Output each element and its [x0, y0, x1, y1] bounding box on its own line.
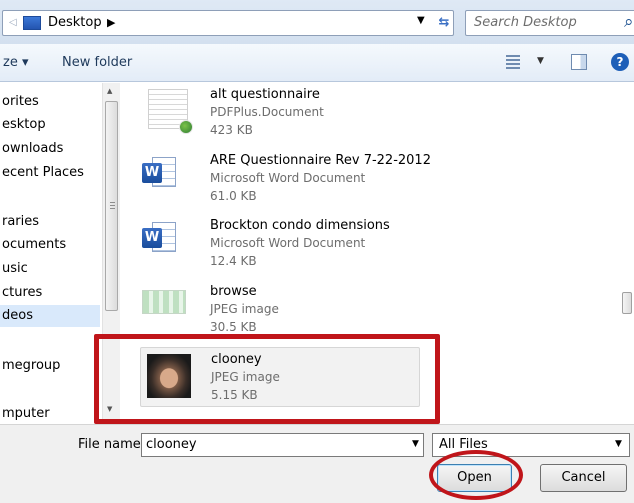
- breadcrumb-arrow-icon[interactable]: ▶: [107, 16, 115, 29]
- address-bar[interactable]: ◁ Desktop ▶ ▼ ⇆: [2, 10, 454, 36]
- file-name: alt questionnaire: [210, 87, 320, 102]
- nav-item-documents[interactable]: ocuments: [0, 234, 100, 256]
- file-type: PDFPlus.Document: [210, 105, 324, 119]
- help-icon[interactable]: ?: [611, 53, 629, 71]
- nav-item-videos[interactable]: deos: [0, 305, 100, 327]
- file-name-label: File name:: [78, 437, 146, 452]
- nav-item-label: ecent Places: [2, 165, 84, 180]
- preview-pane-icon[interactable]: [571, 54, 587, 70]
- scroll-up-arrow-icon[interactable]: ▲: [107, 87, 112, 95]
- file-name: browse: [210, 284, 257, 299]
- toolbar: ze ▾ New folder ▼ ?: [0, 44, 634, 82]
- file-name-input[interactable]: clooney ▼: [141, 433, 424, 457]
- file-item-brockton-condo[interactable]: W Brockton condo dimensions Microsoft Wo…: [140, 214, 440, 276]
- nav-item-music[interactable]: usic: [0, 258, 100, 280]
- nav-item-homegroup[interactable]: megroup: [0, 355, 100, 377]
- change-view-icon[interactable]: [506, 55, 520, 69]
- file-item-are-questionnaire[interactable]: W ARE Questionnaire Rev 7-22-2012 Micros…: [140, 149, 440, 211]
- address-location[interactable]: Desktop: [48, 15, 102, 30]
- pdfplus-badge-icon: [179, 120, 193, 134]
- desktop-icon: [23, 16, 41, 30]
- file-type: Microsoft Word Document: [210, 236, 366, 250]
- nav-item-label: usic: [2, 261, 28, 276]
- navigation-pane: orites esktop ownloads ecent Places rari…: [0, 83, 100, 423]
- cancel-button[interactable]: Cancel: [540, 464, 627, 492]
- file-name: ARE Questionnaire Rev 7-22-2012: [210, 153, 431, 168]
- nav-item-pictures[interactable]: ctures: [0, 282, 100, 304]
- chevron-down-icon[interactable]: ▼: [615, 439, 622, 449]
- nav-item-label: esktop: [2, 117, 46, 132]
- nav-item-desktop[interactable]: esktop: [0, 114, 100, 136]
- chevron-down-icon[interactable]: ▼: [417, 15, 425, 26]
- file-name-bar: File name: clooney ▼ All Files ▼ Open Ca…: [0, 424, 634, 503]
- file-size: 30.5 KB: [210, 320, 257, 334]
- chevron-down-icon[interactable]: ▼: [537, 56, 544, 66]
- file-size: 61.0 KB: [210, 189, 257, 203]
- new-folder-button[interactable]: New folder: [62, 55, 132, 70]
- nav-item-label: raries: [2, 214, 40, 229]
- word-document-icon: W: [142, 222, 176, 252]
- nav-item-label: ownloads: [2, 141, 64, 156]
- word-w-glyph: W: [142, 228, 162, 248]
- file-type: Microsoft Word Document: [210, 171, 366, 185]
- file-item-browse[interactable]: browse JPEG image 30.5 KB: [140, 280, 440, 342]
- nav-item-label: ocuments: [2, 237, 67, 252]
- word-document-icon: W: [142, 157, 176, 187]
- nav-item-computer[interactable]: mputer: [0, 403, 100, 423]
- address-bar-row: ◁ Desktop ▶ ▼ ⇆ Search Desktop ⌕: [0, 0, 634, 44]
- file-size: 12.4 KB: [210, 254, 257, 268]
- list-scrollbar-thumb[interactable]: [622, 292, 632, 314]
- word-w-glyph: W: [142, 163, 162, 183]
- nav-item-label: deos: [2, 308, 33, 323]
- nav-item-recent-places[interactable]: ecent Places: [0, 162, 100, 184]
- search-placeholder: Search Desktop: [474, 15, 577, 30]
- scrollbar-grip-icon: [110, 202, 115, 211]
- nav-item-label: ctures: [2, 285, 43, 300]
- pdf-document-icon: [148, 89, 193, 134]
- chevron-down-icon[interactable]: ▼: [412, 439, 419, 449]
- nav-item-label: mputer: [2, 406, 50, 421]
- file-size: 423 KB: [210, 123, 253, 137]
- file-item-alt-questionnaire[interactable]: alt questionnaire PDFPlus.Document 423 K…: [140, 83, 440, 145]
- scrollbar-thumb[interactable]: [105, 101, 118, 311]
- file-name-value: clooney: [146, 437, 197, 452]
- nav-item-label: megroup: [2, 358, 61, 373]
- jpeg-image-icon: [142, 290, 186, 314]
- nav-item-downloads[interactable]: ownloads: [0, 138, 100, 160]
- nav-item-label: orites: [2, 94, 39, 109]
- highlight-ellipse: [429, 450, 523, 500]
- refresh-icon[interactable]: ⇆: [435, 12, 453, 34]
- search-input[interactable]: Search Desktop ⌕: [465, 10, 634, 36]
- chevron-left-icon[interactable]: ◁: [9, 17, 17, 28]
- nav-item-libraries[interactable]: raries: [0, 211, 100, 233]
- file-type: JPEG image: [210, 302, 279, 316]
- search-icon[interactable]: ⌕: [624, 12, 634, 32]
- organize-button[interactable]: ze ▾: [3, 55, 28, 70]
- file-name: Brockton condo dimensions: [210, 218, 390, 233]
- nav-item-favorites[interactable]: orites: [0, 91, 100, 113]
- highlight-rectangle: [94, 334, 440, 424]
